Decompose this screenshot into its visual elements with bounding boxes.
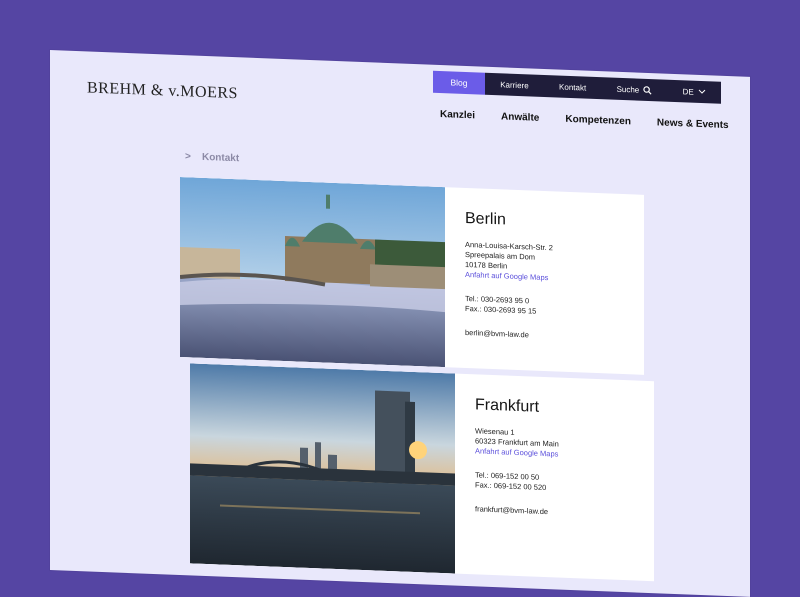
search-label: Suche xyxy=(616,84,640,95)
language-label: DE xyxy=(682,86,694,97)
chevron-down-icon xyxy=(698,89,706,94)
city-title: Berlin xyxy=(465,209,506,229)
top-links-dark: Karriere Kontakt Suche DE xyxy=(485,72,721,104)
breadcrumb-current: Kontakt xyxy=(201,151,240,165)
frankfurt-photo xyxy=(190,363,455,574)
breadcrumb-separator: > xyxy=(185,151,191,163)
breadcrumb: > Kontakt xyxy=(185,151,239,164)
top-link-blog[interactable]: Blog xyxy=(433,70,485,95)
site-logo[interactable]: BREHM & v.MOERS xyxy=(87,79,238,103)
city-title: Frankfurt xyxy=(475,396,540,416)
nav-kompetenzen[interactable]: Kompetenzen xyxy=(565,114,631,128)
berlin-info: Berlin Anna-Louisa-Karsch-Str. 2 Spreepa… xyxy=(445,187,644,375)
main-navigation: Kanzlei Anwälte Kompetenzen News & Event… xyxy=(440,109,729,131)
location-card-frankfurt: Frankfurt Wiesenau 1 60323 Frankfurt am … xyxy=(190,363,654,582)
nav-news-events[interactable]: News & Events xyxy=(657,117,729,131)
search-button[interactable]: Suche xyxy=(617,84,653,94)
top-link-karriere[interactable]: Karriere xyxy=(500,80,528,90)
location-card-berlin: Berlin Anna-Louisa-Karsch-Str. 2 Spreepa… xyxy=(180,176,644,375)
nav-anwaelte[interactable]: Anwälte xyxy=(501,111,539,123)
search-icon xyxy=(643,85,652,95)
top-utility-bar: Blog Karriere Kontakt Suche DE xyxy=(433,70,721,104)
nav-kanzlei[interactable]: Kanzlei xyxy=(440,109,475,121)
frankfurt-info: Frankfurt Wiesenau 1 60323 Frankfurt am … xyxy=(455,374,654,582)
language-select[interactable]: DE xyxy=(683,87,706,97)
berlin-photo xyxy=(180,176,445,368)
webpage: BREHM & v.MOERS Blog Karriere Kontakt Su… xyxy=(50,50,750,597)
top-link-kontakt[interactable]: Kontakt xyxy=(559,82,586,92)
